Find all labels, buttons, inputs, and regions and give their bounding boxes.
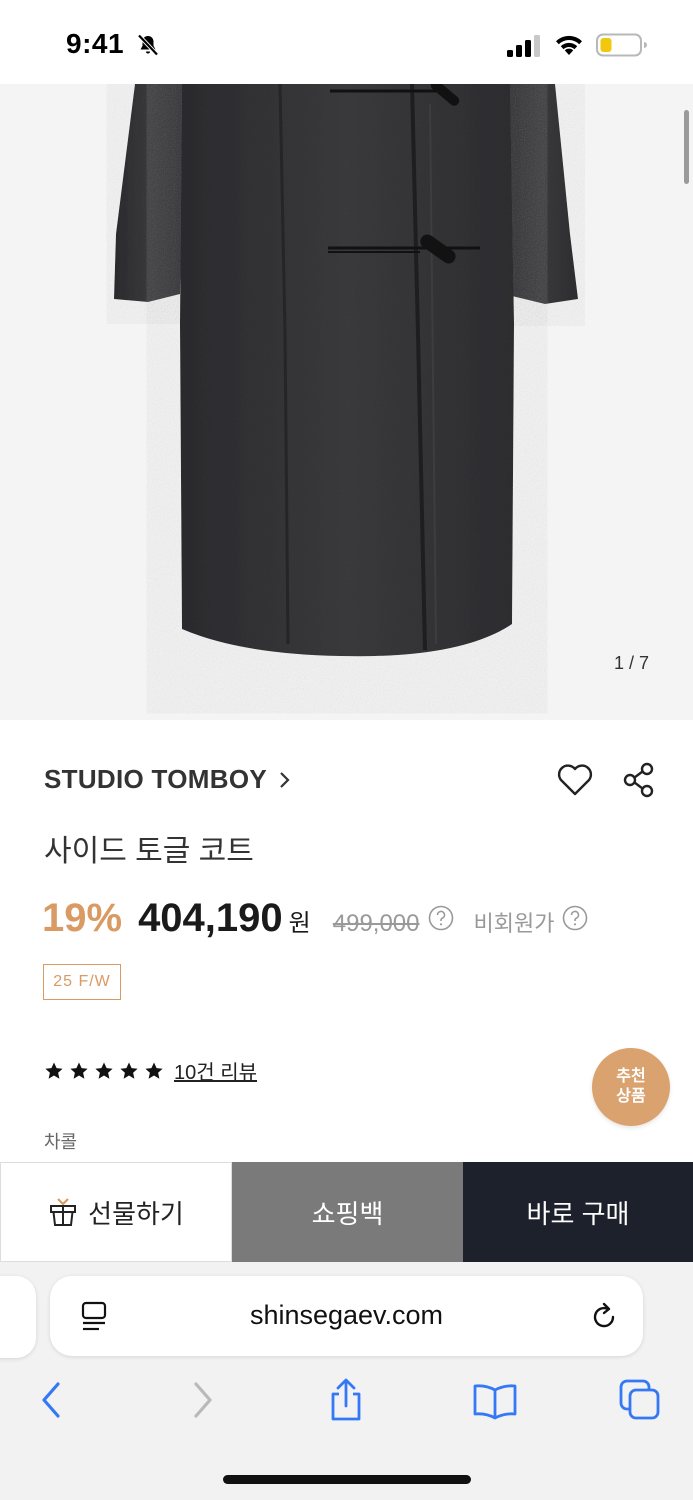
previous-tab-preview[interactable]: [0, 1276, 36, 1358]
chevron-right-icon: [280, 771, 290, 788]
gift-label: 선물하기: [88, 1198, 184, 1229]
star-icon: [45, 1062, 63, 1079]
season-badge: 25 F/W: [43, 964, 121, 1000]
product-image[interactable]: 1 / 7: [0, 84, 693, 720]
sale-price: 404,190: [138, 896, 283, 940]
price-unit: 원: [288, 910, 311, 937]
battery-low-icon: [596, 33, 647, 57]
scroll-indicator[interactable]: [684, 110, 689, 184]
review-link[interactable]: 10건 리뷰: [174, 1056, 257, 1085]
forward-icon[interactable]: [182, 1378, 222, 1422]
status-bar: 9:41: [0, 0, 693, 84]
buy-now-label: 바로 구매: [526, 1198, 630, 1229]
home-indicator[interactable]: [223, 1475, 471, 1484]
share-icon[interactable]: [622, 762, 656, 798]
image-counter: 1 / 7: [613, 653, 649, 673]
recommend-label-line1: 추천: [616, 1068, 646, 1085]
discount-rate: 19%: [42, 896, 123, 940]
wifi-icon: [556, 35, 582, 55]
back-icon[interactable]: [32, 1378, 72, 1422]
action-bar: 선물하기 쇼핑백 바로 구매: [0, 1162, 693, 1262]
star-icon: [70, 1062, 88, 1079]
question-circle-icon[interactable]: [428, 905, 454, 931]
price-row: 19% 404,190 원 499,000 비회원가: [42, 896, 588, 941]
color-label: 차콜: [44, 1132, 78, 1152]
cellular-signal-icon: [507, 35, 540, 57]
gift-icon: [50, 1198, 77, 1226]
share-sheet-icon[interactable]: [326, 1378, 366, 1422]
coat-illustration: [114, 84, 578, 657]
browser-chrome: shinsegaev.com: [0, 1262, 693, 1500]
tabs-icon[interactable]: [618, 1378, 662, 1422]
original-price: 499,000: [332, 910, 420, 937]
status-time: 9:41: [66, 28, 125, 59]
address-bar[interactable]: shinsegaev.com: [50, 1276, 643, 1356]
reload-icon[interactable]: [589, 1300, 619, 1332]
url-text: shinsegaev.com: [249, 1300, 444, 1330]
non-member-price-label: 비회원가: [473, 911, 555, 936]
recommend-label-line2: 상품: [616, 1088, 646, 1105]
review-row: 10건 리뷰: [44, 1056, 257, 1085]
browser-toolbar: [0, 1362, 693, 1442]
shopping-bag-label: 쇼핑백: [311, 1198, 384, 1229]
star-icon: [95, 1062, 113, 1079]
brand-link[interactable]: STUDIO TOMBOY: [44, 764, 291, 795]
bookmarks-icon[interactable]: [472, 1378, 518, 1422]
product-title: 사이드 토글 코트: [44, 835, 254, 868]
recommend-products-button[interactable]: 추천 상품: [592, 1048, 670, 1126]
heart-icon[interactable]: [556, 763, 594, 797]
rating-stars: [44, 1061, 164, 1081]
question-circle-icon[interactable]: [562, 905, 588, 931]
star-icon: [145, 1062, 163, 1079]
gift-button[interactable]: 선물하기: [0, 1162, 232, 1262]
brand-name: STUDIO TOMBOY: [44, 764, 267, 794]
shopping-bag-button[interactable]: 쇼핑백: [232, 1162, 463, 1262]
buy-now-button[interactable]: 바로 구매: [463, 1162, 693, 1262]
star-icon: [120, 1062, 138, 1079]
bell-slash-icon: [137, 34, 159, 56]
